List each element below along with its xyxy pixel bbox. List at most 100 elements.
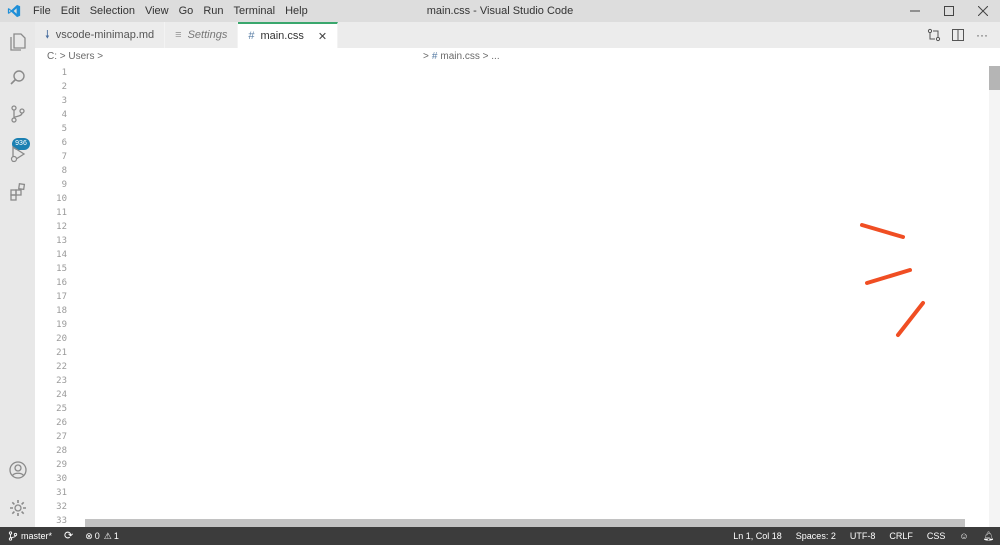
breadcrumb-file[interactable]: > # main.css > ... — [423, 48, 500, 66]
close-tab-icon[interactable]: ✕ — [318, 30, 327, 43]
line-number: 25 — [56, 404, 67, 414]
menu-bar: File Edit Selection View Go Run Terminal… — [28, 0, 313, 22]
annotation-stroke — [896, 301, 925, 337]
line-number: 29 — [56, 460, 67, 470]
line-number: 3 — [61, 96, 67, 106]
tab-label: vscode-minimap.md — [55, 29, 155, 41]
maximize-icon — [944, 6, 954, 16]
breadcrumb-suffix: > ... — [482, 51, 500, 62]
line-number: 2 — [61, 82, 67, 92]
source-control-icon — [10, 105, 25, 123]
notifications-button[interactable]: 🔔︎ — [983, 527, 994, 545]
vertical-scroll-thumb[interactable] — [989, 66, 1000, 90]
split-editor-icon — [952, 29, 964, 41]
menu-selection[interactable]: Selection — [85, 0, 140, 22]
bell-icon: 🔔︎ — [982, 531, 994, 541]
language-mode[interactable]: CSS — [927, 527, 946, 545]
line-number: 1 — [61, 68, 67, 78]
settings-lines-icon: ≡ — [175, 29, 182, 41]
run-debug-icon — [10, 145, 25, 163]
error-count: 0 — [94, 531, 100, 541]
open-changes-button[interactable] — [922, 22, 946, 48]
line-number: 22 — [56, 362, 67, 372]
line-number: 26 — [56, 418, 67, 428]
minimize-button[interactable] — [898, 0, 932, 22]
line-number: 23 — [56, 376, 67, 386]
annotation-stroke — [865, 268, 912, 285]
tab-label: Settings — [187, 29, 228, 41]
warning-count: 1 — [113, 531, 119, 541]
close-icon — [978, 6, 988, 16]
files-icon — [9, 33, 26, 51]
line-number: 32 — [56, 502, 67, 512]
line-number: 18 — [56, 306, 67, 316]
error-icon: ⊗ — [85, 531, 93, 541]
line-number: 27 — [56, 432, 67, 442]
problems-status[interactable]: ⊗ 0 ⚠ 1 — [85, 527, 119, 545]
line-number-gutter: 1 2 3 4 5 6 7 8 9 10 11 12 13 14 15 16 1… — [35, 66, 81, 527]
source-control-button[interactable] — [0, 96, 35, 132]
horizontal-scrollbar[interactable] — [85, 519, 965, 527]
annotation-strokes — [860, 223, 925, 337]
menu-view[interactable]: View — [140, 0, 174, 22]
extensions-button[interactable] — [0, 174, 35, 210]
line-number: 8 — [61, 166, 67, 176]
status-bar: master* ⟳ ⊗ 0 ⚠ 1 Ln 1, Col 18 Spaces: 2… — [0, 527, 1000, 545]
menu-file[interactable]: File — [28, 0, 56, 22]
breadcrumb-chevron-icon: > — [423, 51, 429, 62]
tab-label: main.css — [260, 30, 304, 42]
menu-edit[interactable]: Edit — [56, 0, 85, 22]
line-number: 24 — [56, 390, 67, 400]
line-number: 30 — [56, 474, 67, 484]
line-number: 5 — [61, 124, 67, 134]
feedback-button[interactable]: ☺ — [959, 527, 968, 545]
maximize-button[interactable] — [932, 0, 966, 22]
line-number: 16 — [56, 278, 67, 288]
manage-button[interactable] — [0, 490, 35, 526]
markdown-download-icon: 🠗 — [45, 28, 50, 41]
encoding-status[interactable]: UTF-8 — [850, 527, 876, 545]
more-actions-button[interactable]: ··· — [970, 22, 994, 48]
cursor-position[interactable]: Ln 1, Col 18 — [733, 527, 782, 545]
editor-tabs: 🠗 vscode-minimap.md ≡ Settings # main.cs… — [35, 22, 1000, 48]
menu-go[interactable]: Go — [174, 0, 199, 22]
explorer-button[interactable] — [0, 24, 35, 60]
menu-run[interactable]: Run — [198, 0, 228, 22]
line-number: 14 — [56, 250, 67, 260]
line-number: 11 — [56, 208, 67, 218]
branch-label: master* — [21, 531, 53, 541]
run-debug-button[interactable] — [0, 136, 35, 172]
line-number: 19 — [56, 320, 67, 330]
vertical-scrollbar[interactable] — [989, 66, 1000, 527]
branch-icon — [8, 531, 18, 541]
annotation-stroke — [860, 223, 905, 239]
menu-help[interactable]: Help — [280, 0, 313, 22]
line-number: 20 — [56, 334, 67, 344]
account-icon — [8, 461, 27, 479]
sync-icon: ⟳ — [64, 530, 74, 542]
hash-icon: # — [431, 51, 438, 62]
breadcrumb-file-label: main.css — [440, 51, 480, 62]
gear-icon — [9, 500, 26, 516]
eol-status[interactable]: CRLF — [889, 527, 913, 545]
extensions-icon — [9, 183, 25, 201]
tab-settings[interactable]: ≡ Settings — [165, 22, 239, 48]
minimize-icon — [910, 10, 920, 12]
accounts-button[interactable] — [0, 452, 35, 488]
line-number: 6 — [61, 138, 67, 148]
warning-icon: ⚠ — [103, 531, 112, 541]
close-window-button[interactable] — [966, 0, 1000, 22]
branch-status[interactable]: master* — [8, 527, 52, 545]
tab-main-css[interactable]: # main.css ✕ — [238, 22, 339, 48]
line-number: 15 — [56, 264, 67, 274]
indentation-status[interactable]: Spaces: 2 — [796, 527, 836, 545]
menu-terminal[interactable]: Terminal — [229, 0, 281, 22]
search-button[interactable] — [0, 60, 35, 96]
split-editor-button[interactable] — [946, 22, 970, 48]
breadcrumb-path[interactable]: C: > Users > — [47, 48, 103, 66]
line-number: 7 — [61, 152, 67, 162]
compare-changes-icon — [927, 28, 941, 42]
sync-button[interactable]: ⟳ — [64, 527, 73, 545]
tab-vscode-minimap[interactable]: 🠗 vscode-minimap.md — [35, 22, 166, 48]
line-number: 31 — [56, 488, 67, 498]
